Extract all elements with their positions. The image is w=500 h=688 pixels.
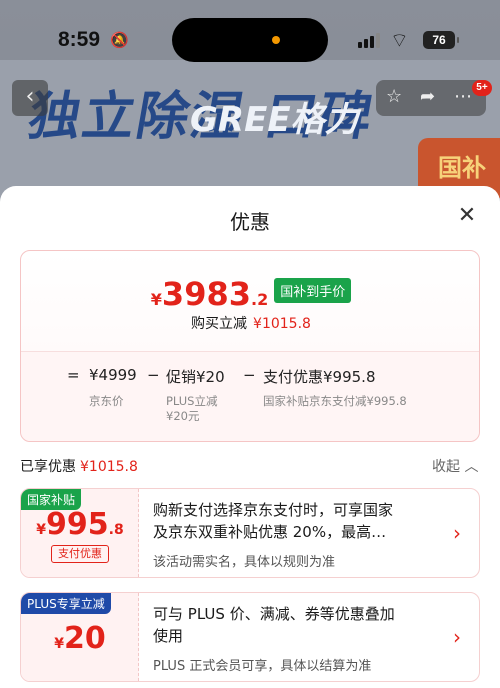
status-time: 8:59 [58, 28, 101, 51]
discount-amount-panel: PLUS专享立减 ¥20 [21, 593, 139, 681]
status-bar: 8:59 🔕 ⌔ 76 [0, 0, 500, 62]
chevron-right-icon: › [453, 625, 461, 649]
final-price-row: ¥3983.2 国补到手价 [21, 275, 481, 313]
equals-sign: = [67, 366, 80, 384]
share-icon[interactable]: ➦ [420, 86, 435, 107]
discount-description: 购新支付选择京东支付时，可享国家 及京东双重补贴优惠 20%，最高… [153, 501, 394, 541]
back-button[interactable]: ‹ [12, 80, 48, 116]
discount-sheet: 优惠 ✕ ¥3983.2 国补到手价 购买立减 ¥1015.8 = ¥4999 京东… [0, 186, 500, 688]
price-breakdown: = ¥4999 京东价 − 促销¥20 PLUS立减 ¥20元 − 支付优惠¥99… [21, 351, 479, 441]
immediate-cut-label: 购买立减 [191, 316, 248, 332]
favorite-star-icon[interactable]: ☆ [386, 86, 402, 107]
promo-label: PLUS立减 ¥20元 [166, 394, 218, 423]
dynamic-island [172, 18, 328, 62]
promo-discount: 促销¥20 [166, 368, 225, 386]
jd-price: ¥4999 [89, 366, 137, 384]
immediate-cut-row: 购买立减 ¥1015.8 [21, 313, 481, 333]
more-icon[interactable]: ⋯ [454, 86, 472, 107]
payment-discount-label: 国家补贴京东支付减¥995.8 [263, 394, 407, 408]
discount-note: PLUS 正式会员可享，具体以结算为准 [153, 659, 372, 674]
notification-badge: 5+ [472, 80, 492, 96]
immediate-cut-value: ¥1015.8 [253, 316, 311, 332]
discount-amount-panel: 国家补贴 ¥995.8 支付优惠 [21, 489, 139, 577]
battery-icon: 76 [423, 31, 459, 49]
discount-description: 可与 PLUS 价、满减、券等优惠叠加 使用 [153, 605, 395, 645]
final-price-tag: 国补到手价 [274, 277, 352, 303]
recording-indicator-icon [272, 36, 280, 44]
price-summary: ¥3983.2 国补到手价 购买立减 ¥1015.8 = ¥4999 京东价 − 促… [20, 250, 480, 442]
discount-card-plus[interactable]: PLUS专享立减 ¥20 可与 PLUS 价、满减、券等优惠叠加 使用 PLUS … [20, 592, 480, 682]
chevron-up-icon: ︿ [464, 459, 479, 475]
final-price: ¥3983.2 [150, 275, 269, 313]
close-icon[interactable]: ✕ [455, 204, 479, 228]
discount-amount: ¥995.8 [36, 507, 124, 542]
payment-discount: 支付优惠¥995.8 [263, 368, 376, 386]
chevron-right-icon: › [453, 521, 461, 545]
plus-discount-tag: PLUS专享立减 [21, 593, 111, 614]
wifi-icon: ⌔ [390, 28, 409, 52]
minus-sign: − [147, 366, 160, 384]
minus-sign: − [243, 366, 256, 384]
jd-price-label: 京东价 [89, 394, 124, 408]
top-actions: ☆ ➦ ⋯ [376, 80, 486, 116]
cellular-signal-icon [358, 32, 382, 48]
bell-muted-icon: 🔕 [110, 31, 129, 49]
sheet-title: 优惠 [230, 210, 270, 234]
payment-discount-tag: 支付优惠 [51, 545, 109, 563]
collapse-button[interactable]: 收起 ︿ [432, 456, 478, 476]
discount-card-national-subsidy[interactable]: 国家补贴 ¥995.8 支付优惠 购新支付选择京东支付时，可享国家 及京东双重补贴… [20, 488, 480, 578]
discount-amount: ¥20 [54, 621, 106, 656]
discount-note: 该活动需实名，具体以规则为准 [153, 555, 336, 570]
enjoyed-discount: 已享优惠 ¥1015.8 [20, 459, 138, 475]
brand-logo: GREE格力 [190, 100, 359, 140]
